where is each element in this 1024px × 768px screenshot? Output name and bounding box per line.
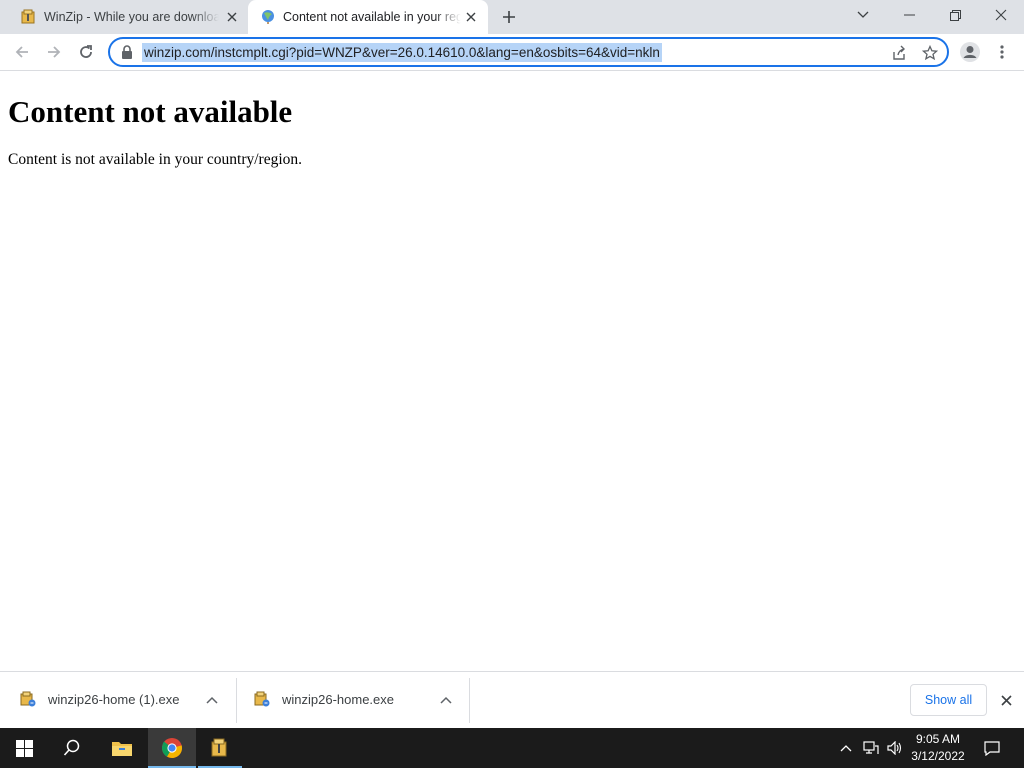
winzip-installer-icon <box>19 690 37 708</box>
file-explorer-taskbar-button[interactable] <box>98 728 146 768</box>
chrome-taskbar-button[interactable] <box>148 728 196 768</box>
clock-date: 3/12/2022 <box>911 749 965 763</box>
winzip-icon <box>20 9 36 25</box>
notification-icon <box>984 741 1000 756</box>
chevron-up-icon <box>840 745 852 752</box>
file-explorer-icon <box>112 742 132 756</box>
page-content: Content not available Content is not ava… <box>0 72 1024 671</box>
chrome-icon <box>161 738 183 759</box>
reload-button[interactable] <box>72 38 100 66</box>
winzip-installer-icon <box>253 690 271 708</box>
minimize-icon <box>903 14 915 16</box>
forward-button[interactable] <box>40 38 68 66</box>
kebab-menu-icon <box>1000 45 1004 59</box>
tab-winzip[interactable]: WinZip - While you are downloading <box>8 0 248 34</box>
menu-button[interactable] <box>988 38 1016 66</box>
url-text[interactable]: winzip.com/instcmplt.cgi?pid=WNZP&ver=26… <box>142 43 662 62</box>
start-icon <box>15 739 33 757</box>
plus-icon <box>503 11 515 23</box>
network-button[interactable] <box>860 728 882 768</box>
close-window-button[interactable] <box>978 0 1024 30</box>
clock-time: 9:05 AM <box>915 732 961 746</box>
download-item[interactable]: winzip26-home (1).exe <box>0 678 233 722</box>
show-hidden-icons-button[interactable] <box>836 728 856 768</box>
chevron-up-icon[interactable] <box>200 690 224 710</box>
tab-content-not-available[interactable]: Content not available in your region <box>248 0 488 34</box>
close-icon[interactable] <box>222 7 242 27</box>
tab-search-button[interactable] <box>840 0 886 30</box>
address-bar[interactable]: winzip.com/instcmplt.cgi?pid=WNZP&ver=26… <box>108 37 949 67</box>
action-center-button[interactable] <box>976 728 1008 768</box>
start-button[interactable] <box>0 728 48 768</box>
star-icon[interactable] <box>920 43 940 63</box>
share-icon[interactable] <box>889 43 909 63</box>
reload-icon <box>80 45 92 58</box>
avatar-icon <box>960 42 980 62</box>
tab-title: WinZip - While you are downloading <box>44 10 219 24</box>
browser-toolbar: winzip.com/instcmplt.cgi?pid=WNZP&ver=26… <box>0 34 1024 71</box>
network-icon <box>863 741 879 754</box>
lock-icon[interactable] <box>121 45 135 59</box>
profile-button[interactable] <box>956 38 984 66</box>
minimize-button[interactable] <box>886 0 932 30</box>
restore-button[interactable] <box>932 0 978 30</box>
search-button[interactable] <box>48 728 96 768</box>
page-message: Content is not available in your country… <box>8 151 303 168</box>
arrow-left-icon <box>15 46 28 58</box>
volume-button[interactable] <box>884 728 906 768</box>
show-all-button[interactable]: Show all <box>910 684 987 716</box>
download-item[interactable]: winzip26-home.exe <box>234 678 467 722</box>
search-icon <box>63 739 80 756</box>
winzip-icon <box>211 738 227 757</box>
download-filename: winzip26-home.exe <box>282 692 395 707</box>
speaker-icon <box>887 741 902 755</box>
tab-title: Content not available in your region <box>283 10 461 24</box>
page-title: Content not available <box>8 94 293 129</box>
close-icon[interactable] <box>461 7 481 27</box>
divider <box>469 678 470 723</box>
restore-icon <box>949 9 961 21</box>
taskbar: 9:05 AM 3/12/2022 <box>0 728 1024 768</box>
close-icon <box>995 9 1007 21</box>
globe-icon <box>260 9 276 25</box>
winzip-taskbar-button[interactable] <box>198 728 242 768</box>
clock[interactable]: 9:05 AM 3/12/2022 <box>906 731 970 765</box>
close-icon[interactable] <box>996 690 1016 710</box>
back-button[interactable] <box>8 38 36 66</box>
download-shelf: winzip26-home (1).exe winzip26-home.exe … <box>0 671 1024 728</box>
chevron-up-icon[interactable] <box>434 690 458 710</box>
tab-strip: WinZip - While you are downloading Conte… <box>0 0 1024 34</box>
new-tab-button[interactable] <box>497 5 521 29</box>
chevron-down-icon <box>857 11 869 18</box>
download-filename: winzip26-home (1).exe <box>48 692 180 707</box>
arrow-right-icon <box>48 46 61 58</box>
